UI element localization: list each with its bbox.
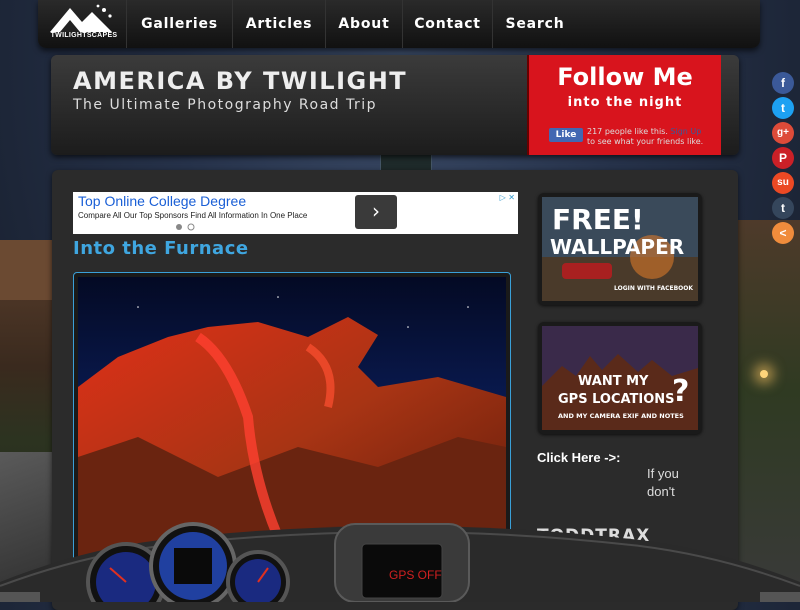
follow-heading: Follow Me bbox=[557, 63, 693, 91]
promo-free: FREE! bbox=[552, 203, 644, 236]
nav-articles[interactable]: Articles bbox=[233, 0, 326, 48]
ad-banner[interactable]: Top Online College Degree Compare All Ou… bbox=[73, 192, 518, 234]
tumblr-icon[interactable]: t bbox=[772, 197, 794, 219]
nav-contact[interactable]: Contact bbox=[403, 0, 493, 48]
share-icon[interactable]: < bbox=[772, 222, 794, 244]
twitter-icon[interactable]: t bbox=[772, 97, 794, 119]
social-share-bar: f t g+ P su t < bbox=[772, 72, 794, 247]
nav-galleries[interactable]: Galleries bbox=[127, 0, 233, 48]
nav-search[interactable]: Search bbox=[493, 0, 577, 48]
follow-subheading: into the night bbox=[567, 95, 683, 110]
if-you-dont-text: If you don't bbox=[647, 466, 679, 499]
promo-want-my: WANT MY bbox=[578, 374, 649, 389]
facebook-icon[interactable]: f bbox=[772, 72, 794, 94]
ad-pagination-dots bbox=[176, 223, 195, 231]
ad-description: Compare All Our Top Sponsors Find All In… bbox=[78, 211, 308, 220]
ad-title[interactable]: Top Online College Degree bbox=[78, 193, 246, 209]
gps-locations-promo[interactable]: WANT MY GPS LOCATIONS AND MY CAMERA EXIF… bbox=[538, 322, 702, 434]
site-title[interactable]: AMERICA BY TWILIGHT bbox=[73, 67, 407, 95]
pinterest-icon[interactable]: P bbox=[772, 147, 794, 169]
center-gauge bbox=[149, 522, 237, 602]
follow-me-box: Follow Me into the night Like 217 people… bbox=[527, 55, 721, 155]
tachometer-gauge bbox=[226, 550, 290, 602]
facebook-like-text: 217 people like this. Sign Up to see wha… bbox=[587, 127, 707, 147]
mountain-logo-icon bbox=[50, 4, 112, 32]
fb-end-text: to see what your friends like. bbox=[587, 137, 704, 146]
post-title[interactable]: Into the Furnace bbox=[73, 238, 249, 259]
ad-arrow-button[interactable]: › bbox=[355, 195, 397, 229]
nav-about[interactable]: About bbox=[326, 0, 403, 48]
site-subtitle: The Ultimate Photography Road Trip bbox=[73, 97, 378, 113]
promo-login-facebook: LOGIN WITH FACEBOOK bbox=[614, 285, 694, 292]
top-nav: TWILIGHTSCAPES Galleries Articles About … bbox=[38, 0, 760, 48]
promo-camera-exif: AND MY CAMERA EXIF AND NOTES bbox=[558, 412, 684, 420]
fb-signup-link[interactable]: Sign Up bbox=[670, 127, 701, 136]
site-logo[interactable]: TWILIGHTSCAPES bbox=[38, 0, 127, 48]
click-here-link[interactable]: Click Here ->: bbox=[537, 450, 620, 465]
background-building bbox=[0, 240, 52, 300]
free-wallpaper-promo[interactable]: FREE! WALLPAPER LOGIN WITH FACEBOOK bbox=[538, 193, 702, 305]
promo-wallpaper: WALLPAPER bbox=[550, 235, 685, 259]
site-header: AMERICA BY TWILIGHT The Ultimate Photogr… bbox=[51, 55, 739, 155]
gps-status-display: GPS OFF bbox=[389, 568, 442, 582]
logo-text: TWILIGHTSCAPES bbox=[50, 32, 118, 39]
promo-question-mark: ? bbox=[672, 374, 690, 409]
facebook-like-button[interactable]: Like bbox=[549, 128, 583, 142]
promo-gps-locations: GPS LOCATIONS bbox=[558, 392, 675, 407]
google-plus-icon[interactable]: g+ bbox=[772, 122, 794, 144]
stumbleupon-icon[interactable]: su bbox=[772, 172, 794, 194]
fb-count-text: 217 people like this. bbox=[587, 127, 668, 136]
ad-choices-icon[interactable]: ▷ ✕ bbox=[500, 193, 515, 202]
street-lamp bbox=[760, 370, 768, 378]
car-dashboard bbox=[0, 522, 800, 602]
